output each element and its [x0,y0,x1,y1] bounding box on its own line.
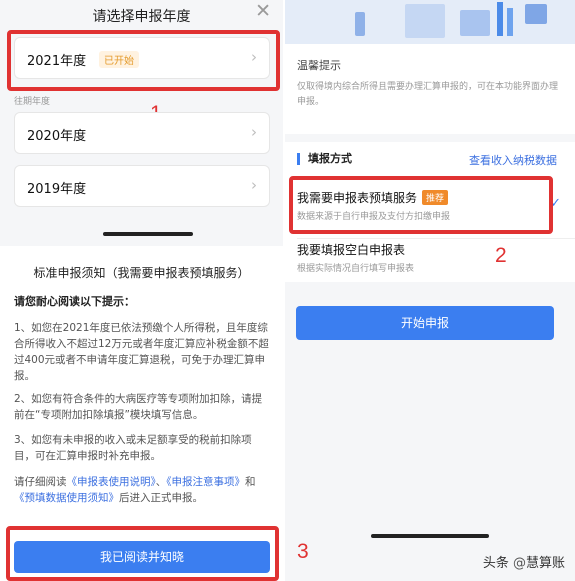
watermark-at: @ [512,556,526,571]
tips-title: 温馨提示 [297,59,341,72]
watermark-name: 慧算账 [525,556,565,571]
option-blank-desc: 根据实际情况自行填写申报表 [297,264,415,274]
watermark: 头条 @慧算账 [483,552,565,571]
option-title: 我要填报空白申报表 [297,243,406,257]
left-screenshot: 请选择申报年度 ✕ 2021年度 已开始 › 1 往期年度 2020年度 › 2… [0,0,283,581]
chevron-right-icon: › [251,176,257,194]
right-screenshot: 温馨提示 仅取得境内综合所得且需要办理汇算申报的，可在本功能界面办理申报。 填报… [285,0,575,581]
year-picker-sheet: 请选择申报年度 ✕ 2021年度 已开始 › 1 往期年度 2020年度 › 2… [0,0,283,240]
annotation-box-2 [289,176,553,234]
notice-sheet: 标准申报须知（我需要申报表预填服务） 请您耐心阅读以下提示： 1、如您在2021… [0,246,283,581]
year-picker-title: 请选择申报年度 [92,9,191,25]
usage-guide-link[interactable]: 《申报表使用说明》 [67,476,156,488]
notice-text: 请仔细阅读 [14,476,67,488]
tips-text: 仅取得境内综合所得且需要办理汇算申报的，可在本功能界面办理申报。 [297,82,559,107]
view-income-tax-link[interactable]: 查看收入纳税数据 [469,152,557,168]
year-label: 2020年度 [27,129,87,144]
home-indicator [371,534,489,538]
divider [297,238,575,239]
notice-paragraph-1: 1、如您在2021年度已依法预缴个人所得税，且年度综合所得收入不超过12万元或者… [14,322,269,382]
tips-section: 温馨提示 仅取得境内综合所得且需要办理汇算申报的，可在本功能界面办理申报。 [285,44,575,134]
notice-text: 和 [245,476,256,488]
notes-link[interactable]: 《申报注意事项》 [166,476,245,488]
annotation-number-2: 2 [495,244,507,267]
banner-illustration [285,0,575,44]
start-filing-button[interactable]: 开始申报 [296,306,554,340]
annotation-box-3 [6,526,279,581]
year-card-2019[interactable]: 2019年度 › [14,165,270,207]
notice-text: 后进入正式申报。 [119,492,203,504]
notice-text: 、 [155,476,167,488]
annotation-box-1 [7,30,280,91]
watermark-prefix: 头条 [482,556,509,571]
home-indicator [103,232,193,236]
notice-subtitle: 请您耐心阅读以下提示： [14,295,135,308]
year-card-2020[interactable]: 2020年度 › [14,112,270,154]
notice-title: 标准申报须知（我需要申报表预填服务） [33,266,250,280]
year-label: 2019年度 [27,182,87,197]
prefill-notice-link[interactable]: 《预填数据使用须知》 [14,492,119,504]
option-blank[interactable]: 我要填报空白申报表 [297,241,405,258]
chevron-right-icon: › [251,123,257,141]
method-section: 填报方式 查看收入纳税数据 我需要申报表预填服务 推荐 数据来源于自行申报及支付方… [285,142,575,282]
notice-paragraph-4: 请仔细阅读《申报表使用说明》、《申报注意事项》和《预填数据使用须知》后进入正式申… [14,474,272,506]
method-heading: 填报方式 [297,153,352,165]
notice-paragraph-3: 3、如您有未申报的收入或未足额享受的税前扣除项目，可在汇算申报时补充申报。 [14,434,252,462]
notice-paragraph-2: 2、如您有符合条件的大病医疗等专项附加扣除，请提前在“专项附加扣除填报”模块填写… [14,393,263,421]
close-icon[interactable]: ✕ [255,0,271,22]
annotation-number-3: 3 [297,540,309,563]
past-years-label: 往期年度 [14,97,51,107]
